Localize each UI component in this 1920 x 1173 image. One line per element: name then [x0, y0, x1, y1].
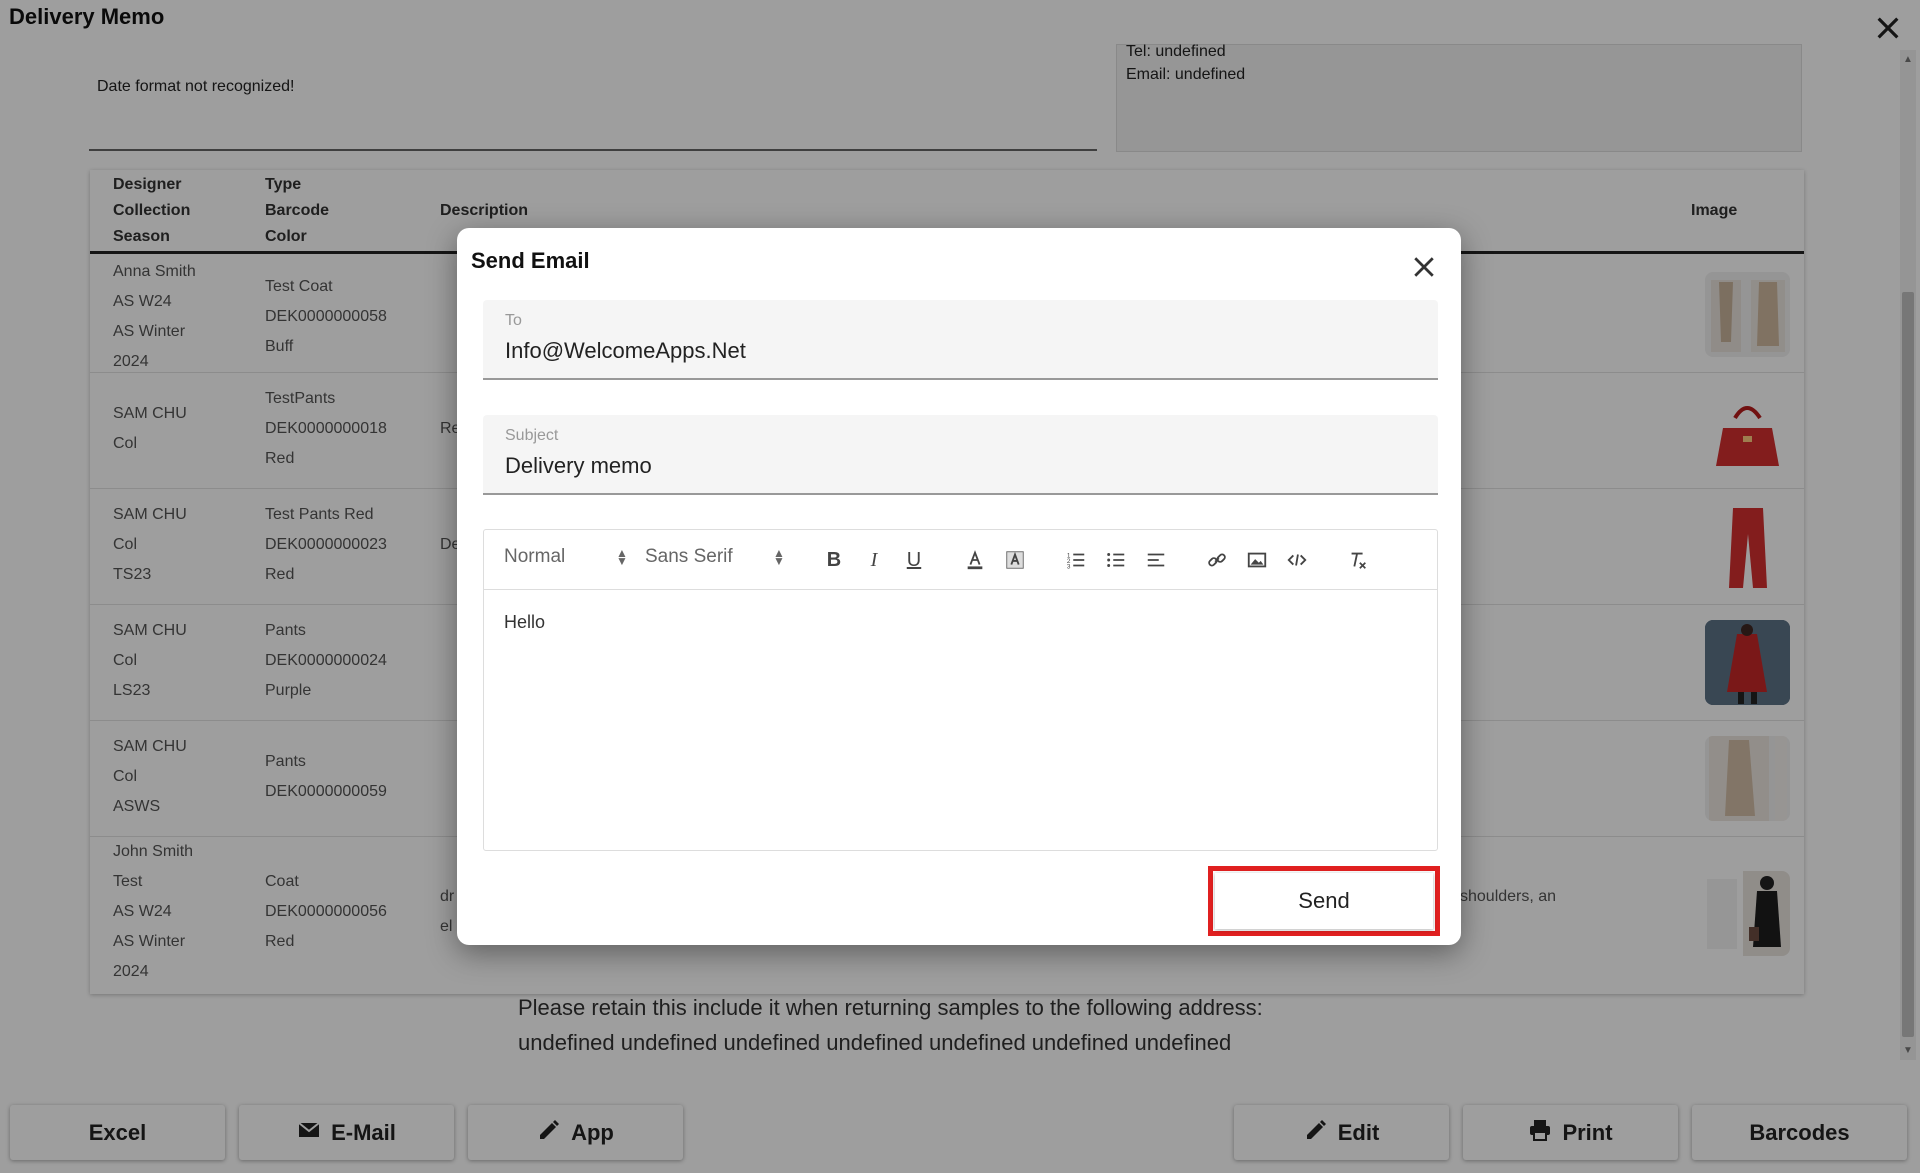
send-button[interactable]: Send — [1215, 873, 1433, 929]
code-icon[interactable] — [1283, 546, 1311, 574]
to-field[interactable]: To — [483, 300, 1438, 380]
to-input[interactable] — [505, 338, 1405, 364]
ordered-list-icon[interactable]: 123 — [1062, 546, 1090, 574]
svg-text:3: 3 — [1067, 563, 1071, 570]
send-email-dialog: Send Email To Subject Normal ▲▼ Sans Ser… — [457, 228, 1461, 945]
subject-label: Subject — [505, 427, 559, 444]
close-icon[interactable] — [1409, 252, 1439, 282]
editor-toolbar: Normal ▲ ▼ Sans Serif ▲ ▼ B I U 123 — [484, 530, 1437, 590]
subject-field[interactable]: Subject — [483, 415, 1438, 495]
italic-icon[interactable]: I — [860, 546, 888, 574]
font-color-icon[interactable] — [961, 546, 989, 574]
email-body-editor[interactable]: Hello — [504, 612, 1404, 633]
bullet-list-icon[interactable] — [1102, 546, 1130, 574]
dialog-title: Send Email — [471, 248, 590, 273]
to-label: To — [505, 312, 522, 329]
image-icon[interactable] — [1243, 546, 1271, 574]
subject-input[interactable] — [505, 453, 1405, 479]
link-icon[interactable] — [1203, 546, 1231, 574]
select-value: Normal — [504, 546, 566, 567]
bold-icon[interactable]: B — [820, 546, 848, 574]
underline-icon[interactable]: U — [900, 546, 928, 574]
align-icon[interactable] — [1142, 546, 1170, 574]
select-value: Sans Serif — [645, 546, 733, 567]
header-format-select[interactable]: Normal ▲ ▼ — [504, 546, 629, 568]
chevron-updown-icon: ▲ ▼ — [616, 546, 628, 568]
rich-text-editor: Normal ▲ ▼ Sans Serif ▲ ▼ B I U 123 Hell… — [483, 529, 1438, 851]
clear-format-icon[interactable] — [1344, 546, 1372, 574]
font-family-select[interactable]: Sans Serif ▲ ▼ — [645, 546, 785, 568]
background-color-icon[interactable] — [1001, 546, 1029, 574]
chevron-updown-icon: ▲ ▼ — [773, 546, 785, 568]
